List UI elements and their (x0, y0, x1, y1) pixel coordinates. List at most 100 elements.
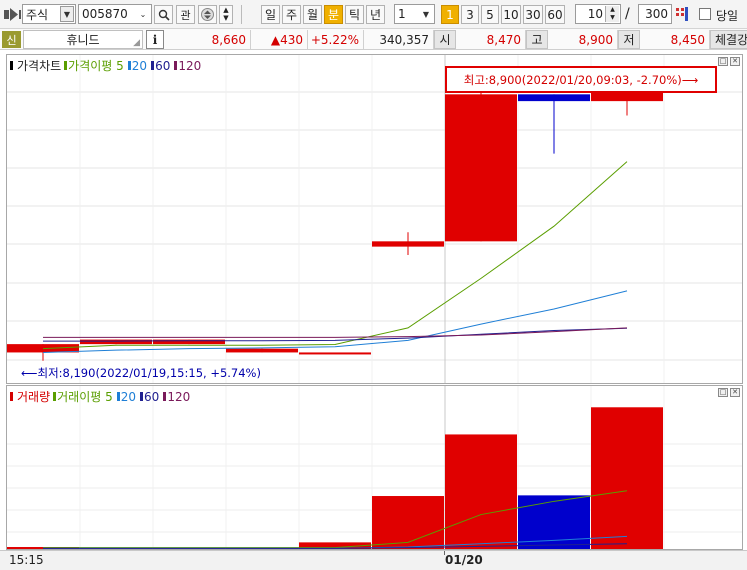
trade-volume: 340,357 (364, 30, 434, 49)
search-icon (158, 9, 170, 21)
candle-body (226, 348, 298, 353)
minute-button-3[interactable]: 3 (461, 5, 479, 24)
price-chart-panel[interactable]: 가격차트 가격이평 5 20 60 120 □ ✕ 최고:8,900(2022/01/… (6, 54, 743, 384)
legend-label: 120 (167, 389, 191, 404)
close-button[interactable]: ✕ (730, 57, 740, 66)
legend-marker (64, 61, 68, 70)
close-button[interactable]: ✕ (730, 388, 740, 397)
minute-button-1[interactable]: 1 (441, 5, 459, 24)
legend-item-0: 가격이평 5 (64, 57, 124, 74)
high-price: 8,900 (548, 30, 618, 49)
volume-chart-panel[interactable]: 거래량 거래이평 5 20 60 120 □ ✕ (6, 385, 743, 550)
legend-marker (10, 61, 13, 70)
price-panel-title: 가격차트 (17, 59, 62, 73)
trade-strength-label: 체결강 (710, 30, 747, 49)
market-type-value: 주식 (26, 7, 49, 22)
price-change: ▲430 (251, 30, 308, 49)
candle-body (372, 241, 444, 247)
maximize-button[interactable]: □ (718, 57, 728, 66)
price-change-pct: +5.22% (308, 30, 364, 49)
watchlist-label: 관 (180, 8, 191, 22)
low-price: 8,450 (640, 30, 710, 49)
minute-button-10[interactable]: 10 (501, 5, 521, 24)
price-panel-buttons: □ ✕ (718, 57, 740, 66)
chevron-down-icon: ▼ (422, 9, 430, 19)
period-button-5[interactable]: 년 (366, 5, 385, 24)
interval-select[interactable]: 1 ▼ (394, 4, 435, 24)
resize-grip-icon: ◢ (133, 38, 140, 48)
period-button-0[interactable]: 일 (261, 5, 280, 24)
minute-button-30[interactable]: 30 (523, 5, 543, 24)
volume-legend-items: 거래이평 5 20 60 120 (53, 388, 190, 405)
legend-label: 60 (155, 58, 171, 73)
period-button-4[interactable]: 틱 (345, 5, 364, 24)
volume-legend: 거래량 거래이평 5 20 60 120 (10, 388, 190, 405)
open-label: 시 (434, 30, 456, 49)
candle-body (445, 94, 517, 242)
link-icon[interactable] (4, 8, 22, 21)
price-legend-items: 가격이평 5 20 60 120 (64, 57, 201, 74)
stock-code-input[interactable]: 005870 ⌄ (78, 4, 152, 24)
spin-button[interactable]: ▲ ▼ (219, 5, 233, 24)
open-price: 8,470 (456, 30, 526, 49)
badge-text: 신 (6, 33, 17, 47)
watchlist-button[interactable]: 관 (176, 5, 195, 24)
divider (241, 5, 242, 24)
legend-label: 20 (131, 58, 148, 73)
info-button[interactable]: i (146, 30, 164, 49)
candle-body (518, 94, 590, 102)
price-chart[interactable] (7, 55, 742, 383)
time-axis: 15:15 01/20 (0, 550, 747, 570)
same-day-checkbox[interactable] (699, 8, 711, 20)
chevron-down-icon: ▼ (60, 6, 74, 22)
new-badge: 신 (2, 31, 21, 48)
volume-chart[interactable] (7, 386, 742, 549)
chevron-down-icon: ⌄ (139, 9, 147, 19)
minute-button-60[interactable]: 60 (545, 5, 565, 24)
legend-item-1: 20 (116, 388, 136, 405)
volume-bar (445, 434, 517, 549)
legend-label: 60 (144, 389, 160, 404)
legend-label: 거래이평 5 (57, 390, 113, 404)
up-down-circle-icon (201, 8, 214, 21)
period-button-2[interactable]: 월 (303, 5, 322, 24)
volume-panel-buttons: □ ✕ (718, 388, 740, 397)
axis-date-label: 01/20 (445, 553, 483, 567)
moving-average-ma120 (43, 327, 628, 338)
maximize-button[interactable]: □ (718, 388, 728, 397)
legend-item-2: 60 (151, 57, 170, 74)
legend-item-0: 거래이평 5 (53, 388, 113, 405)
period-button-3[interactable]: 분 (324, 5, 343, 24)
volume-bar (518, 495, 590, 549)
legend-marker (174, 61, 178, 70)
stock-name-field[interactable]: 휴니드 ◢ (23, 30, 143, 49)
count-spinner[interactable]: ▲ ▼ (605, 6, 619, 22)
high-annotation: 최고:8,900(2022/01/20,09:03, -2.70%)⟶ (463, 72, 699, 87)
minute-button-5[interactable]: 5 (481, 5, 499, 24)
volume-bar (372, 496, 444, 549)
main-toolbar: 주식 ▼ 005870 ⌄ 관 ▲ ▼ 일주월분틱년 1 ▼ 1 3 5 10 30 60 … (0, 0, 747, 29)
legend-item-3: 120 (174, 57, 201, 74)
legend-marker (163, 392, 167, 401)
period-button-1[interactable]: 주 (282, 5, 301, 24)
settings-grid-icon[interactable] (675, 6, 689, 22)
moving-average-ma60 (43, 327, 628, 342)
count-separator: / (625, 6, 630, 22)
legend-marker (116, 392, 120, 401)
interval-value: 1 (398, 7, 406, 21)
search-button[interactable] (154, 5, 173, 24)
count-input[interactable]: 10 ▲ ▼ (575, 4, 621, 24)
count-total-input[interactable]: 300 (638, 4, 672, 24)
prev-next-button[interactable] (198, 5, 217, 24)
quote-bar: 신 휴니드 ◢ i 8,660 ▲430 +5.22% 340,357 시 8,… (0, 29, 747, 50)
legend-item-1: 20 (127, 57, 148, 74)
stock-name: 휴니드 (66, 33, 100, 47)
legend-marker (127, 61, 131, 70)
high-annotation-box: 최고:8,900(2022/01/20,09:03, -2.70%)⟶ (445, 66, 717, 93)
market-type-select[interactable]: 주식 ▼ (22, 4, 76, 24)
current-price: 8,660 (168, 30, 251, 49)
high-label: 고 (526, 30, 548, 49)
legend-label: 120 (178, 58, 202, 73)
volume-bar (591, 407, 663, 549)
legend-item-2: 60 (140, 388, 159, 405)
